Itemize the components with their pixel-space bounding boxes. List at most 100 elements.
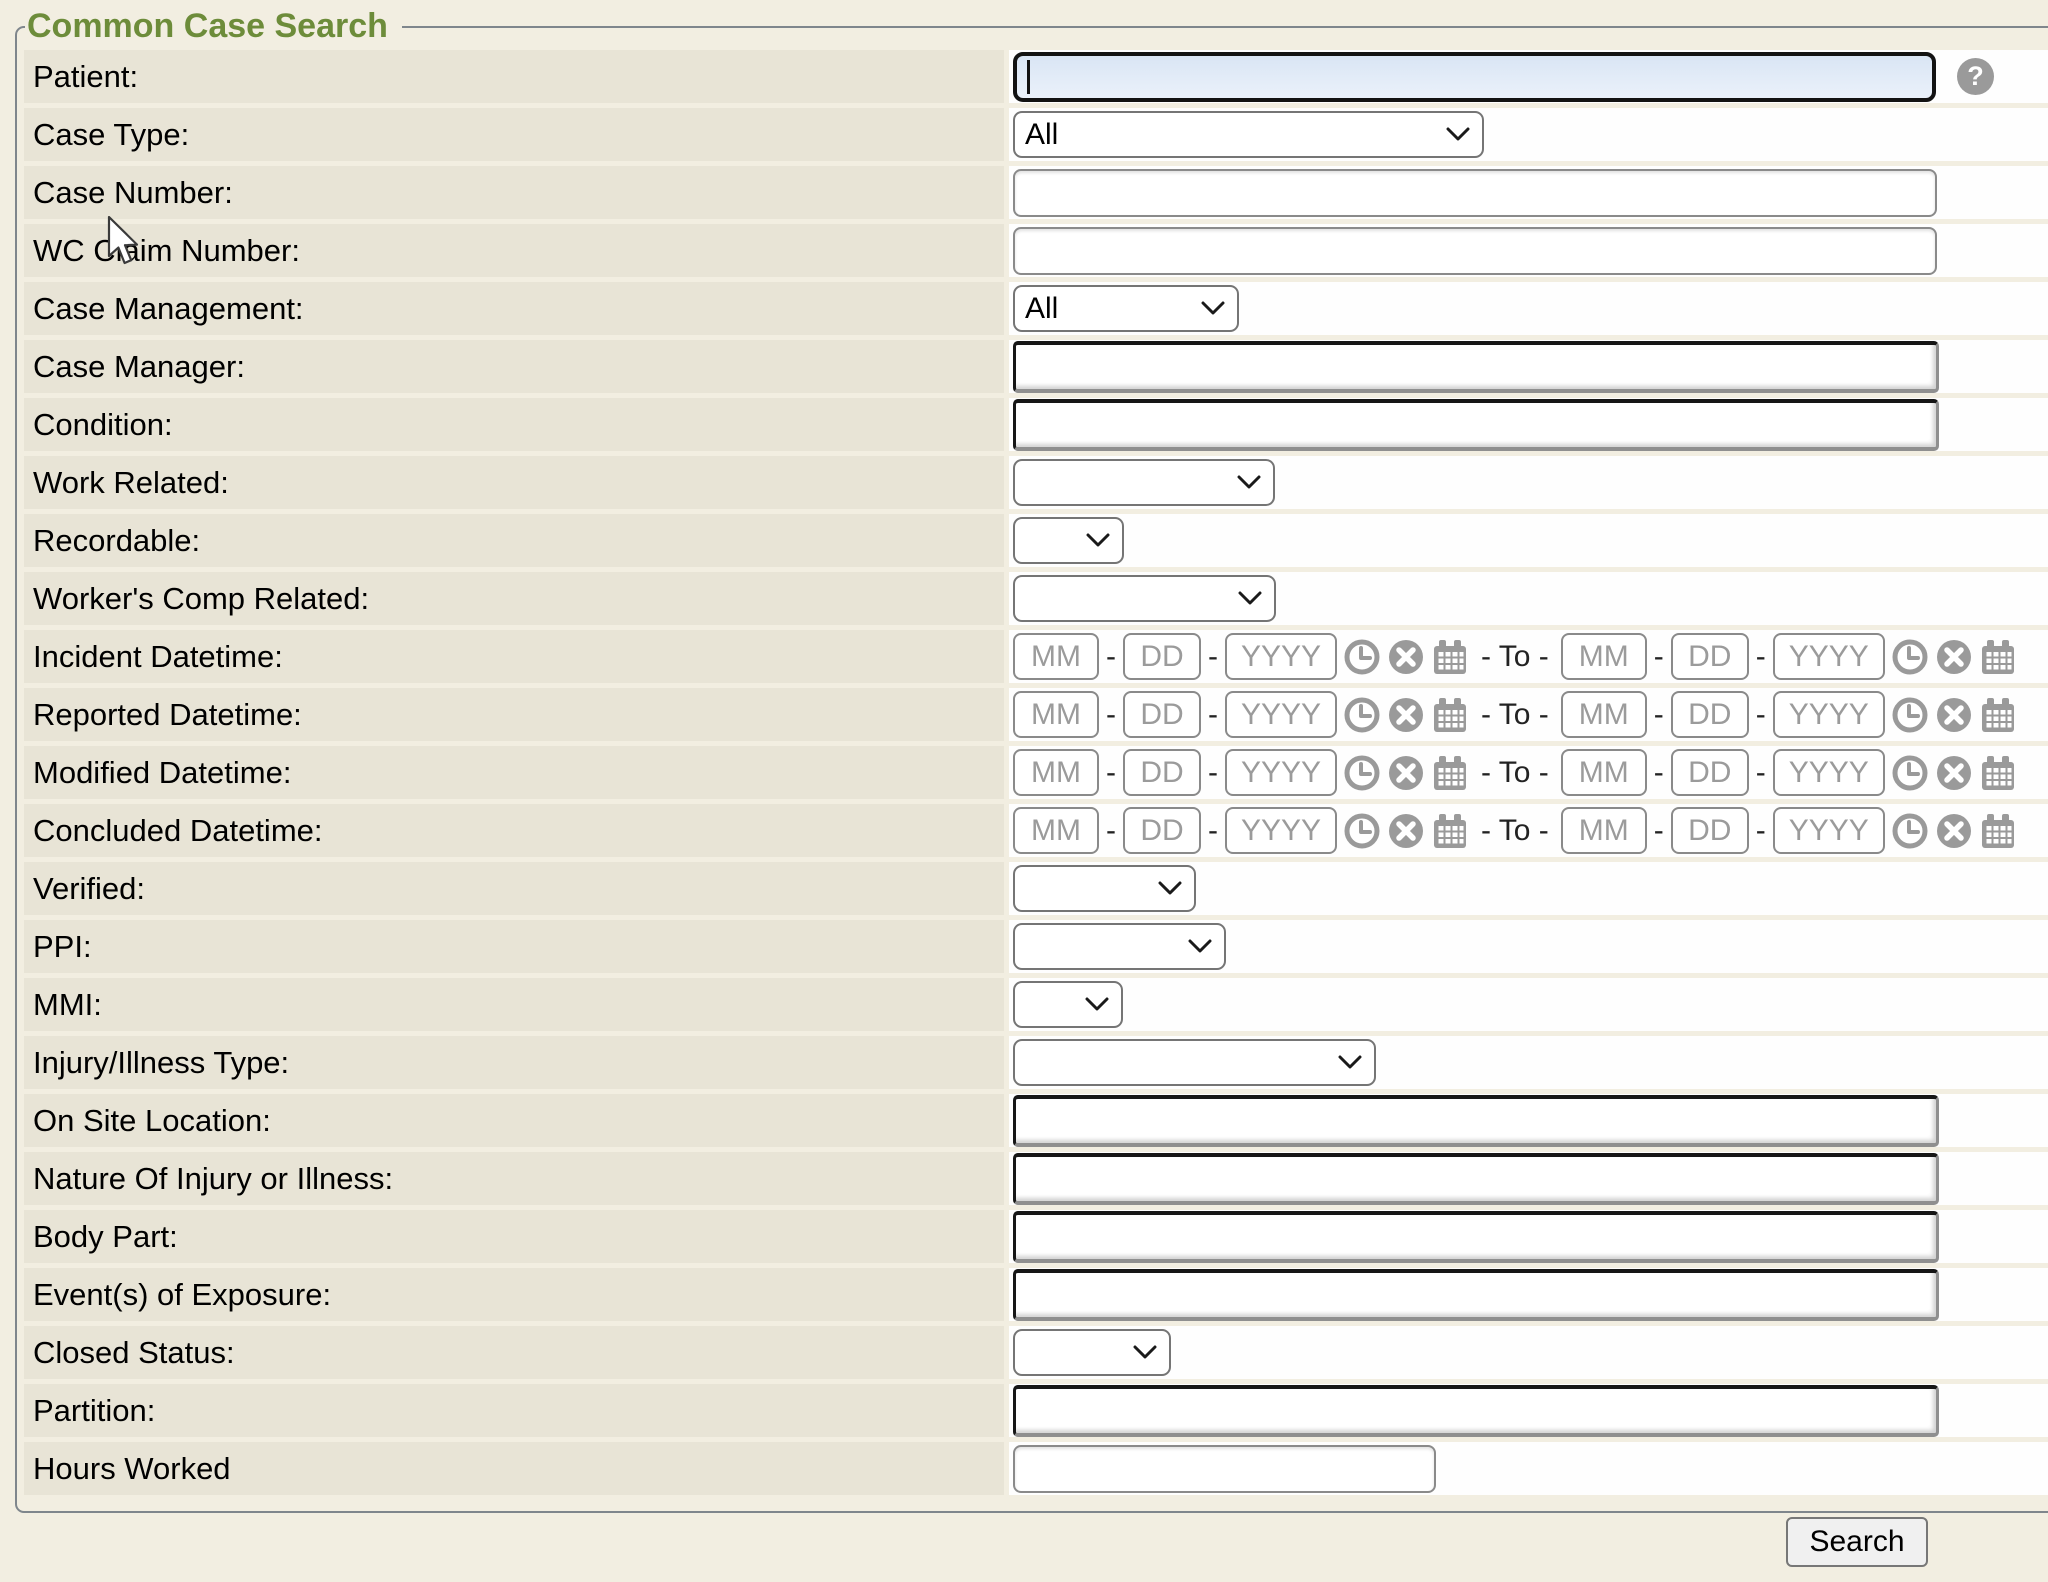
table-row-hours-worked: Hours Worked bbox=[24, 1442, 2048, 1495]
partition-label: Partition: bbox=[24, 1384, 1004, 1437]
calendar-icon[interactable] bbox=[1979, 754, 2017, 792]
body-part-label: Body Part: bbox=[24, 1210, 1004, 1263]
table-row-body-part: Body Part: bbox=[24, 1210, 2048, 1263]
mouse-cursor bbox=[106, 216, 146, 268]
partition-input[interactable] bbox=[1013, 1385, 1939, 1437]
month-input[interactable] bbox=[1013, 749, 1099, 796]
year-input[interactable] bbox=[1225, 691, 1337, 738]
injury-illness-type-select[interactable] bbox=[1013, 1039, 1376, 1086]
clear-icon[interactable] bbox=[1387, 812, 1425, 850]
mmi-select[interactable] bbox=[1013, 981, 1123, 1028]
workers-comp-related-select[interactable] bbox=[1013, 575, 1276, 622]
calendar-icon[interactable] bbox=[1979, 638, 2017, 676]
clear-icon[interactable] bbox=[1935, 754, 1973, 792]
day-input[interactable] bbox=[1123, 633, 1201, 680]
incident-datetime-from-group: - - bbox=[1013, 633, 1469, 680]
month-input[interactable] bbox=[1013, 633, 1099, 680]
clock-icon[interactable] bbox=[1343, 696, 1381, 734]
reported-datetime-from-group: - - bbox=[1013, 691, 1469, 738]
clock-icon[interactable] bbox=[1343, 638, 1381, 676]
table-row-wc-claim-number: WC Claim Number: bbox=[24, 224, 2048, 277]
reported-datetime-label: Reported Datetime: bbox=[24, 688, 1004, 741]
day-input[interactable] bbox=[1123, 807, 1201, 854]
case-number-label: Case Number: bbox=[24, 166, 1004, 219]
month-input[interactable] bbox=[1561, 633, 1647, 680]
ppi-select[interactable] bbox=[1013, 923, 1226, 970]
case-management-select[interactable]: All bbox=[1013, 285, 1239, 332]
hours-worked-input[interactable] bbox=[1013, 1445, 1436, 1493]
range-to-label: - To - bbox=[1481, 756, 1549, 790]
day-input[interactable] bbox=[1671, 633, 1749, 680]
closed-status-select[interactable] bbox=[1013, 1329, 1171, 1376]
incident-datetime-label: Incident Datetime: bbox=[24, 630, 1004, 683]
clear-icon[interactable] bbox=[1387, 754, 1425, 792]
day-input[interactable] bbox=[1671, 749, 1749, 796]
date-separator: - bbox=[1756, 814, 1766, 848]
date-separator: - bbox=[1654, 756, 1664, 790]
year-input[interactable] bbox=[1773, 633, 1885, 680]
day-input[interactable] bbox=[1123, 749, 1201, 796]
table-row-patient: Patient: ? bbox=[24, 50, 2048, 103]
on-site-location-input[interactable] bbox=[1013, 1095, 1939, 1147]
clock-icon[interactable] bbox=[1891, 696, 1929, 734]
verified-select[interactable] bbox=[1013, 865, 1196, 912]
condition-label: Condition: bbox=[24, 398, 1004, 451]
day-input[interactable] bbox=[1123, 691, 1201, 738]
year-input[interactable] bbox=[1773, 691, 1885, 738]
nature-of-injury-label: Nature Of Injury or Illness: bbox=[24, 1152, 1004, 1205]
common-case-search-page: Common Case Search Patient: ? Case Type:… bbox=[0, 0, 2048, 1582]
verified-label: Verified: bbox=[24, 862, 1004, 915]
date-separator: - bbox=[1208, 814, 1218, 848]
condition-input[interactable] bbox=[1013, 399, 1939, 451]
calendar-icon[interactable] bbox=[1431, 812, 1469, 850]
month-input[interactable] bbox=[1561, 691, 1647, 738]
help-icon[interactable]: ? bbox=[1957, 58, 1994, 95]
clock-icon[interactable] bbox=[1343, 812, 1381, 850]
incident-datetime-to-group: - - bbox=[1561, 633, 2017, 680]
calendar-icon[interactable] bbox=[1431, 696, 1469, 734]
date-separator: - bbox=[1106, 640, 1116, 674]
date-separator: - bbox=[1208, 640, 1218, 674]
month-input[interactable] bbox=[1561, 749, 1647, 796]
clock-icon[interactable] bbox=[1891, 754, 1929, 792]
month-input[interactable] bbox=[1013, 691, 1099, 738]
date-separator: - bbox=[1756, 640, 1766, 674]
nature-of-injury-input[interactable] bbox=[1013, 1153, 1939, 1205]
clear-icon[interactable] bbox=[1935, 696, 1973, 734]
year-input[interactable] bbox=[1225, 749, 1337, 796]
calendar-icon[interactable] bbox=[1431, 638, 1469, 676]
calendar-icon[interactable] bbox=[1979, 812, 2017, 850]
case-manager-input[interactable] bbox=[1013, 341, 1939, 393]
clear-icon[interactable] bbox=[1935, 812, 1973, 850]
clear-icon[interactable] bbox=[1387, 638, 1425, 676]
chevron-down-icon bbox=[1237, 475, 1261, 490]
reported-datetime-to-group: - - bbox=[1561, 691, 2017, 738]
clock-icon[interactable] bbox=[1343, 754, 1381, 792]
body-part-input[interactable] bbox=[1013, 1211, 1939, 1263]
year-input[interactable] bbox=[1225, 633, 1337, 680]
table-row-case-number: Case Number: bbox=[24, 166, 2048, 219]
recordable-select[interactable] bbox=[1013, 517, 1124, 564]
clear-icon[interactable] bbox=[1935, 638, 1973, 676]
case-type-select[interactable]: All bbox=[1013, 111, 1484, 158]
day-input[interactable] bbox=[1671, 691, 1749, 738]
year-input[interactable] bbox=[1773, 807, 1885, 854]
table-row-case-management: Case Management: All bbox=[24, 282, 2048, 335]
calendar-icon[interactable] bbox=[1431, 754, 1469, 792]
wc-claim-number-input[interactable] bbox=[1013, 227, 1937, 275]
search-button[interactable]: Search bbox=[1786, 1517, 1928, 1567]
month-input[interactable] bbox=[1561, 807, 1647, 854]
work-related-select[interactable] bbox=[1013, 459, 1275, 506]
year-input[interactable] bbox=[1225, 807, 1337, 854]
day-input[interactable] bbox=[1671, 807, 1749, 854]
chevron-down-icon bbox=[1085, 997, 1109, 1012]
year-input[interactable] bbox=[1773, 749, 1885, 796]
clear-icon[interactable] bbox=[1387, 696, 1425, 734]
calendar-icon[interactable] bbox=[1979, 696, 2017, 734]
clock-icon[interactable] bbox=[1891, 812, 1929, 850]
events-of-exposure-input[interactable] bbox=[1013, 1269, 1939, 1321]
patient-input[interactable] bbox=[1013, 52, 1936, 102]
clock-icon[interactable] bbox=[1891, 638, 1929, 676]
case-number-input[interactable] bbox=[1013, 169, 1937, 217]
month-input[interactable] bbox=[1013, 807, 1099, 854]
